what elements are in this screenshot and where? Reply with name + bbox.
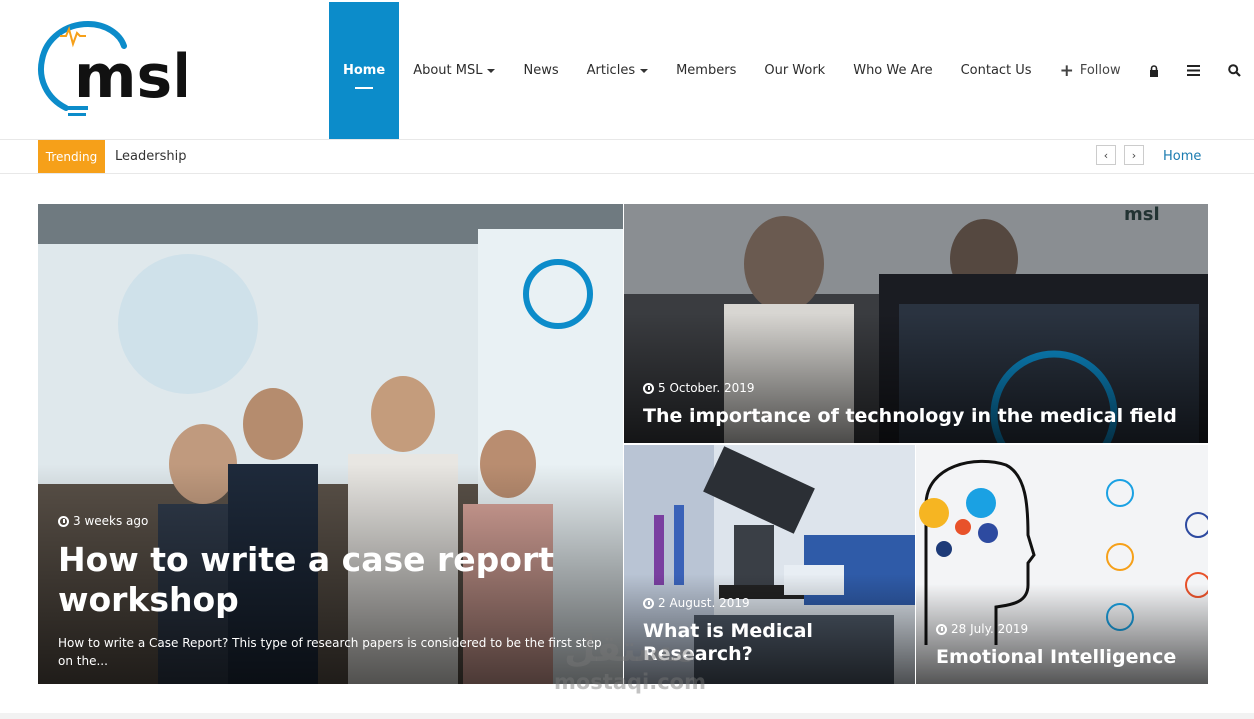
site-header: msl Home About MSL News Articles Members…: [0, 0, 1254, 140]
article-date: 5 October. 2019: [643, 381, 755, 395]
chevron-down-icon: [640, 68, 649, 73]
clock-icon: [643, 597, 654, 609]
menu-icon: [1186, 65, 1200, 76]
chevron-right-icon[interactable]: ›: [1124, 145, 1144, 165]
follow-label: Follow: [1079, 63, 1121, 78]
nav-our-work[interactable]: Our Work: [750, 2, 839, 139]
article-date-text: 5 October. 2019: [658, 381, 755, 395]
chevron-left-icon[interactable]: ‹: [1096, 145, 1116, 165]
nav-our-work-label: Our Work: [764, 63, 826, 78]
watermark-latin: mostaqi.com: [554, 670, 706, 694]
svg-text:msl: msl: [74, 42, 186, 112]
nav-about-msl[interactable]: About MSL: [399, 2, 509, 139]
article-date: 28 July. 2019: [936, 622, 1028, 636]
nav-news-label: News: [523, 63, 559, 78]
article-date-text: 28 July. 2019: [951, 622, 1029, 636]
nav-articles[interactable]: Articles: [573, 2, 662, 139]
nav-news[interactable]: News: [509, 2, 572, 139]
nav-about-label: About MSL: [413, 63, 483, 78]
nav-articles-label: Articles: [586, 63, 636, 78]
menu-button[interactable]: [1173, 2, 1214, 139]
clock-icon: [936, 623, 947, 635]
site-logo[interactable]: msl: [36, 20, 193, 120]
featured-article-main[interactable]: 3 weeks ago How to write a case report w…: [38, 204, 623, 684]
nav-home-label: Home: [343, 63, 386, 78]
article-date: 3 weeks ago: [58, 514, 148, 528]
watermark: مستقل mostaqi.com: [540, 629, 720, 695]
nav-who-we-are[interactable]: Who We Are: [839, 2, 946, 139]
article-date-text: 3 weeks ago: [73, 514, 149, 528]
login-button[interactable]: [1135, 2, 1173, 139]
nav-members[interactable]: Members: [662, 2, 750, 139]
article-date-text: 2 August. 2019: [658, 596, 750, 610]
nav-who-we-are-label: Who We Are: [853, 63, 933, 78]
follow-button[interactable]: + Follow: [1046, 2, 1135, 139]
breadcrumb[interactable]: Home: [1163, 140, 1201, 173]
page-divider: [0, 713, 1254, 719]
article-title[interactable]: Emotional Intelligence: [936, 646, 1196, 669]
nav-contact-us[interactable]: Contact Us: [947, 2, 1046, 139]
search-icon: [1227, 64, 1241, 77]
nav-contact-label: Contact Us: [960, 63, 1032, 78]
svg-text:msl: msl: [1124, 204, 1160, 225]
clock-icon: [58, 515, 69, 527]
plus-icon: +: [1059, 60, 1074, 81]
article-title[interactable]: The importance of technology in the medi…: [643, 405, 1203, 428]
trending-headline[interactable]: Leadership: [115, 140, 186, 173]
featured-article-technology[interactable]: msl 5 October. 2019 The importance of te…: [624, 204, 1208, 443]
nav-members-label: Members: [676, 63, 737, 78]
chevron-down-icon: [487, 68, 496, 73]
watermark-arabic: مستقل: [564, 629, 696, 670]
article-excerpt: How to write a Case Report? This type of…: [58, 636, 602, 668]
main-nav: Home About MSL News Articles Members Our…: [329, 2, 1254, 139]
article-date: 2 August. 2019: [643, 596, 750, 610]
trending-badge: Trending: [38, 140, 105, 173]
trending-bar: Trending Leadership ‹ › Home: [0, 140, 1254, 174]
clock-icon: [643, 382, 654, 394]
featured-article-emotional-intelligence[interactable]: 28 July. 2019 Emotional Intelligence: [916, 445, 1208, 684]
lock-icon: [1149, 64, 1158, 77]
article-title[interactable]: How to write a case report workshop: [58, 540, 598, 619]
nav-home[interactable]: Home: [329, 2, 400, 139]
search-button[interactable]: [1214, 2, 1254, 139]
